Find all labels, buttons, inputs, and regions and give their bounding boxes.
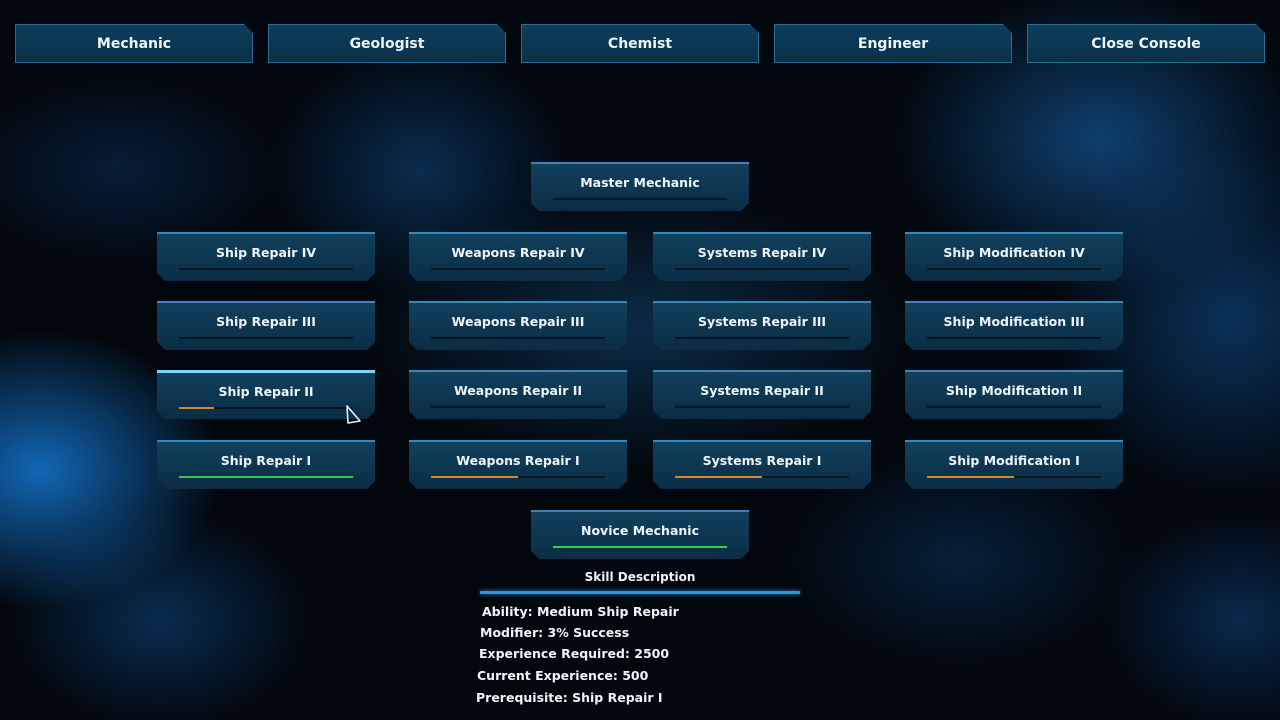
skill-progress-bar xyxy=(431,406,605,408)
skill-progress-bar xyxy=(553,198,727,200)
skill-node-label: Ship Modification I xyxy=(948,453,1080,468)
skill-description-divider xyxy=(480,591,800,594)
skill-node-label: Ship Repair III xyxy=(216,314,316,329)
tab-geologist[interactable]: Geologist xyxy=(268,24,506,63)
skill-progress-bar xyxy=(675,406,849,408)
skill-progress-bar xyxy=(927,476,1101,478)
tab-engineer[interactable]: Engineer xyxy=(774,24,1012,63)
skill-node-ship-repair-ii[interactable]: Ship Repair II xyxy=(157,370,375,419)
skill-node-weapons-repair-iv[interactable]: Weapons Repair IV xyxy=(409,232,627,281)
skill-node-systems-repair-iii[interactable]: Systems Repair III xyxy=(653,301,871,350)
skill-progress-bar xyxy=(431,476,605,478)
mouse-cursor-icon xyxy=(346,405,361,424)
skill-node-systems-repair-ii[interactable]: Systems Repair II xyxy=(653,370,871,419)
skill-node-label: Systems Repair II xyxy=(700,383,824,398)
prerequisite-text: Prerequisite: Ship Repair I xyxy=(476,690,663,705)
skill-node-master-mechanic[interactable]: Master Mechanic xyxy=(531,162,749,211)
skill-progress-bar xyxy=(675,268,849,270)
skill-description-title: Skill Description xyxy=(584,570,696,584)
skill-progress-bar xyxy=(179,337,353,339)
skill-node-label: Novice Mechanic xyxy=(581,523,699,538)
skill-node-label: Systems Repair IV xyxy=(697,245,827,260)
skill-node-label: Master Mechanic xyxy=(580,175,700,190)
skill-progress-bar xyxy=(675,476,849,478)
current-experience-text: Current Experience: 500 xyxy=(477,668,649,683)
skill-node-label: Weapons Repair I xyxy=(456,453,580,468)
skill-progress-fill xyxy=(553,546,727,548)
skill-progress-bar xyxy=(927,337,1101,339)
skill-node-label: Ship Repair I xyxy=(220,453,312,468)
tab-mechanic[interactable]: Mechanic xyxy=(15,24,253,63)
skill-node-novice-mechanic[interactable]: Novice Mechanic xyxy=(531,510,749,559)
skill-node-systems-repair-i[interactable]: Systems Repair I xyxy=(653,440,871,489)
skill-node-weapons-repair-iii[interactable]: Weapons Repair III xyxy=(409,301,627,350)
skill-node-label: Weapons Repair III xyxy=(451,314,585,329)
skill-node-label: Weapons Repair II xyxy=(453,383,583,398)
tab-chemist[interactable]: Chemist xyxy=(521,24,759,63)
skill-node-weapons-repair-i[interactable]: Weapons Repair I xyxy=(409,440,627,489)
skill-progress-bar xyxy=(179,268,353,270)
skill-node-systems-repair-iv[interactable]: Systems Repair IV xyxy=(653,232,871,281)
experience-required-text: Experience Required: 2500 xyxy=(479,646,670,661)
skill-progress-bar xyxy=(927,406,1101,408)
skill-node-label: Ship Modification III xyxy=(943,314,1085,329)
skill-progress-fill xyxy=(431,476,518,478)
skill-progress-fill xyxy=(927,476,1014,478)
skill-node-label: Ship Modification IV xyxy=(943,245,1085,260)
skill-progress-bar xyxy=(179,476,353,478)
skill-progress-bar xyxy=(431,337,605,339)
skill-node-label: Ship Repair IV xyxy=(215,245,317,260)
skill-node-label: Systems Repair I xyxy=(702,453,822,468)
modifier-text: Modifier: 3% Success xyxy=(480,625,630,640)
skill-node-ship-modification-ii[interactable]: Ship Modification II xyxy=(905,370,1123,419)
ability-text: Ability: Medium Ship Repair xyxy=(482,604,679,619)
skill-node-label: Ship Repair II xyxy=(218,384,314,399)
skill-node-label: Weapons Repair IV xyxy=(451,245,585,260)
skill-progress-bar xyxy=(553,546,727,548)
skill-node-ship-repair-iii[interactable]: Ship Repair III xyxy=(157,301,375,350)
close-console-button[interactable]: Close Console xyxy=(1027,24,1265,63)
skill-progress-bar xyxy=(927,268,1101,270)
skill-node-label: Ship Modification II xyxy=(945,383,1083,398)
skill-node-label: Systems Repair III xyxy=(697,314,827,329)
skill-node-ship-repair-i[interactable]: Ship Repair I xyxy=(157,440,375,489)
skill-node-ship-repair-iv[interactable]: Ship Repair IV xyxy=(157,232,375,281)
skill-progress-fill xyxy=(179,476,353,478)
skill-node-weapons-repair-ii[interactable]: Weapons Repair II xyxy=(409,370,627,419)
skill-progress-fill xyxy=(179,407,214,409)
skill-progress-bar xyxy=(675,337,849,339)
skill-node-ship-modification-iv[interactable]: Ship Modification IV xyxy=(905,232,1123,281)
skill-progress-bar xyxy=(179,407,353,409)
skill-progress-bar xyxy=(431,268,605,270)
skill-node-ship-modification-i[interactable]: Ship Modification I xyxy=(905,440,1123,489)
skill-progress-fill xyxy=(675,476,762,478)
skill-node-ship-modification-iii[interactable]: Ship Modification III xyxy=(905,301,1123,350)
